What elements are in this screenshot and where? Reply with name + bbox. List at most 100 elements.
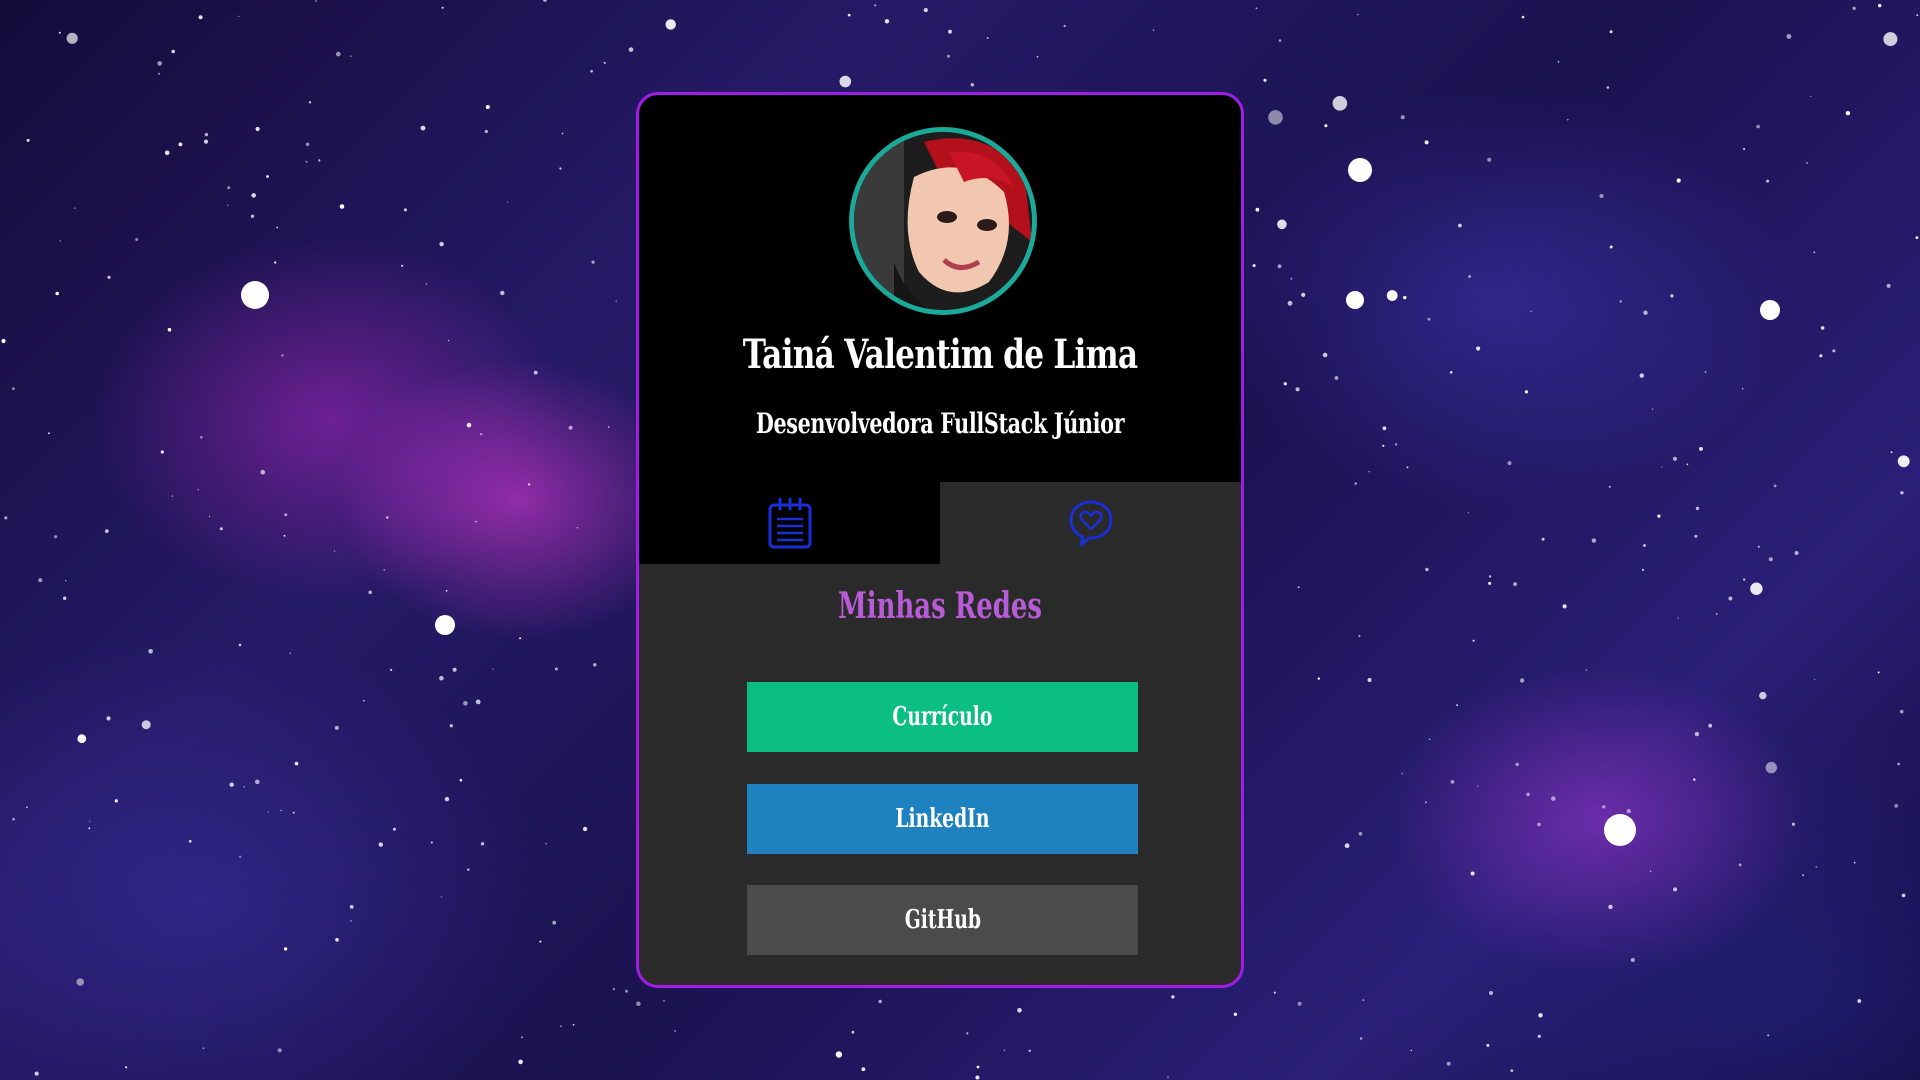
star bbox=[444, 796, 450, 802]
star bbox=[1845, 111, 1851, 116]
star bbox=[1167, 1076, 1169, 1079]
star bbox=[1743, 578, 1746, 581]
linkedin-button[interactable]: LinkedIn bbox=[747, 784, 1138, 854]
star bbox=[1486, 1043, 1490, 1047]
star bbox=[198, 15, 203, 20]
star bbox=[1585, 669, 1588, 671]
star bbox=[1410, 1049, 1413, 1052]
star bbox=[1767, 1034, 1770, 1037]
star bbox=[1815, 866, 1818, 868]
tab-resume[interactable] bbox=[639, 482, 940, 564]
star bbox=[55, 291, 59, 296]
star bbox=[527, 483, 531, 486]
bright-star bbox=[1348, 158, 1372, 182]
star bbox=[66, 32, 78, 44]
star bbox=[289, 652, 291, 654]
star bbox=[1626, 808, 1632, 814]
star bbox=[389, 668, 393, 672]
star bbox=[1619, 300, 1622, 303]
star bbox=[1537, 1034, 1541, 1038]
star bbox=[1676, 178, 1681, 183]
star bbox=[1602, 805, 1606, 809]
star bbox=[1324, 124, 1328, 128]
star bbox=[425, 283, 428, 285]
star bbox=[1694, 534, 1698, 538]
star bbox=[1277, 219, 1287, 230]
star bbox=[1791, 822, 1795, 826]
star bbox=[178, 142, 183, 147]
star bbox=[1695, 506, 1700, 511]
profile-photo bbox=[854, 132, 1032, 310]
star bbox=[459, 778, 463, 782]
star bbox=[1599, 194, 1604, 198]
star bbox=[238, 643, 242, 647]
star bbox=[430, 841, 433, 844]
star bbox=[1446, 1061, 1451, 1066]
star bbox=[475, 520, 477, 523]
star bbox=[467, 868, 470, 871]
star bbox=[1742, 388, 1744, 390]
star bbox=[1524, 390, 1528, 394]
star bbox=[1382, 426, 1387, 431]
star bbox=[1332, 96, 1348, 111]
star bbox=[1877, 671, 1880, 674]
star bbox=[608, 426, 610, 428]
star bbox=[539, 940, 542, 943]
star bbox=[1657, 514, 1661, 518]
star bbox=[251, 193, 256, 198]
star bbox=[1757, 545, 1760, 548]
star bbox=[318, 159, 321, 162]
github-button[interactable]: GitHub bbox=[747, 885, 1138, 955]
curriculo-button[interactable]: Currículo bbox=[747, 682, 1138, 752]
star bbox=[636, 1001, 641, 1006]
star bbox=[440, 896, 442, 898]
star bbox=[874, 4, 877, 7]
github-button-label: GitHub bbox=[904, 905, 981, 935]
star bbox=[1715, 613, 1718, 615]
star bbox=[851, 1030, 855, 1034]
star bbox=[518, 1059, 523, 1065]
tab-networks[interactable] bbox=[940, 482, 1241, 564]
star bbox=[878, 999, 882, 1004]
star bbox=[485, 105, 490, 109]
star bbox=[148, 649, 153, 654]
star bbox=[283, 947, 288, 951]
star bbox=[1255, 207, 1260, 212]
star bbox=[4, 516, 8, 520]
star bbox=[104, 529, 109, 533]
star bbox=[533, 370, 538, 375]
star bbox=[1813, 251, 1816, 254]
star bbox=[1686, 463, 1689, 466]
star bbox=[88, 827, 91, 830]
star bbox=[1510, 1069, 1514, 1072]
bright-star bbox=[241, 281, 269, 309]
star bbox=[625, 989, 628, 993]
star bbox=[1820, 326, 1825, 330]
star bbox=[1756, 124, 1760, 129]
star bbox=[208, 515, 210, 517]
star bbox=[1699, 447, 1703, 451]
star bbox=[58, 31, 61, 34]
star bbox=[1477, 785, 1479, 787]
star bbox=[884, 19, 890, 24]
star bbox=[559, 167, 562, 170]
star bbox=[1297, 586, 1300, 589]
star bbox=[1900, 491, 1904, 495]
star bbox=[267, 811, 269, 813]
star bbox=[1591, 538, 1597, 543]
star bbox=[280, 809, 282, 812]
star bbox=[1287, 300, 1293, 306]
star bbox=[274, 261, 277, 264]
star bbox=[350, 55, 352, 57]
star bbox=[250, 214, 255, 218]
star bbox=[1802, 874, 1805, 877]
star bbox=[1063, 24, 1066, 28]
star bbox=[449, 724, 453, 728]
star bbox=[1401, 772, 1403, 775]
star bbox=[1489, 991, 1493, 995]
star bbox=[1557, 61, 1560, 63]
star bbox=[1424, 140, 1429, 145]
star bbox=[1857, 999, 1862, 1003]
star bbox=[335, 938, 339, 942]
star bbox=[674, 1030, 676, 1032]
